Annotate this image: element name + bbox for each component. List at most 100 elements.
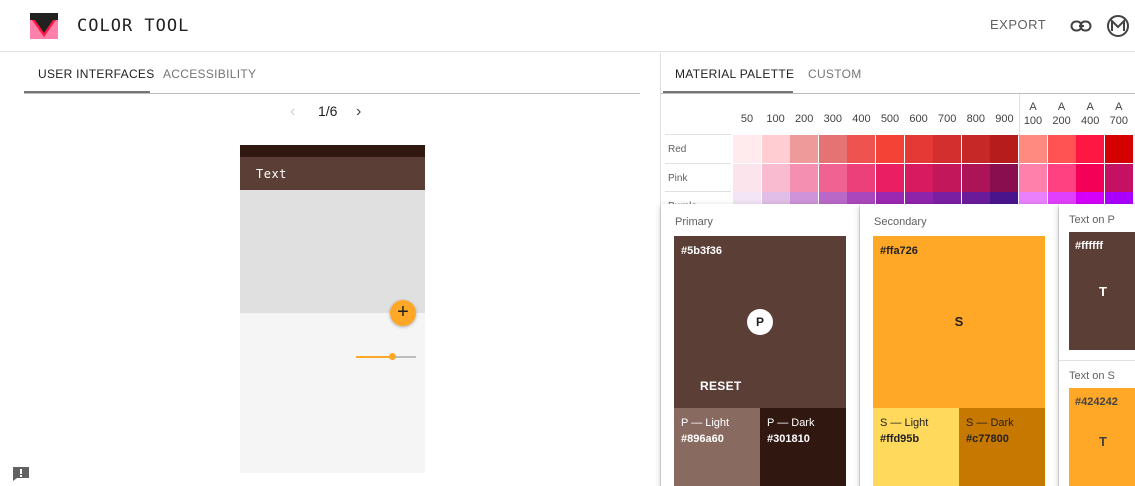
primary-hex: #5b3f36 [681,245,722,257]
palette-row-divider [665,134,731,135]
palette-swatch[interactable] [761,135,790,163]
palette-swatch[interactable] [790,135,819,163]
palette-column-header: 50 [740,113,754,125]
palette-swatch[interactable] [904,192,933,204]
palette-swatch[interactable] [961,135,990,163]
phone-preview: Text + [240,145,425,473]
palette-swatch[interactable] [818,135,847,163]
palette-swatch[interactable] [818,192,847,204]
palette-swatch[interactable] [1047,135,1076,163]
secondary-card-title: Secondary [874,216,927,228]
tab-material-palette[interactable]: MATERIAL PALETTE [675,67,794,81]
palette-column-header: 900 [995,113,1014,125]
palette-accent-column-header: A 100 [1019,100,1047,128]
tab-user-interfaces[interactable]: USER INTERFACES [38,67,155,81]
palette-swatch[interactable] [904,135,933,163]
material-m-icon[interactable] [1106,14,1130,38]
primary-card-title: Primary [675,216,713,228]
phone-status-bar [240,145,425,157]
text-on-s-swatch[interactable]: #424242 T [1069,388,1135,486]
palette-swatch[interactable] [876,135,904,163]
secondary-light-name: S — Light [880,417,929,429]
phone-app-bar-title: Text [256,167,287,181]
palette-swatch[interactable] [1019,135,1047,163]
secondary-swatch[interactable]: #ffa726 S [873,236,1045,408]
text-on-p-title: Text on P [1069,214,1115,226]
palette-swatch[interactable] [1019,163,1047,192]
export-button[interactable]: EXPORT [990,17,1046,32]
palette-swatch[interactable] [847,163,876,192]
palette-swatch[interactable] [1104,163,1133,192]
primary-swatch[interactable]: #5b3f36 P RESET [674,236,846,408]
palette-swatch[interactable] [933,135,962,163]
feedback-icon[interactable] [12,466,30,482]
text-on-p-letter: T [1099,284,1107,299]
palette-row-divider [665,191,731,193]
primary-card: Primary #5b3f36 P RESET P — Light #896a6… [661,204,859,486]
palette-accent-column-header: A 700 [1105,100,1133,128]
accent-value: 400 [1081,115,1100,127]
palette-accent-column-header: A 400 [1076,100,1104,128]
palette-row-label: Pink [668,172,688,184]
phone-app-bar: Text [240,157,425,190]
palette-swatch[interactable] [1104,192,1133,204]
add-fab-button[interactable]: + [390,300,416,326]
palette-column-header: 600 [909,113,928,125]
accent-value: 200 [1052,115,1071,127]
text-on-divider [1059,360,1135,361]
palette-row-divider [665,162,731,164]
palette-swatch[interactable] [990,135,1019,163]
palette-swatch[interactable] [1076,192,1105,204]
palette-swatch[interactable] [761,163,790,192]
accent-prefix: A [1029,101,1037,113]
secondary-hex: #ffa726 [880,245,918,257]
primary-dark-hex: #301810 [767,433,810,445]
palette-swatch[interactable] [1076,163,1105,192]
palette-swatch[interactable] [733,135,761,163]
link-icon[interactable] [1070,16,1092,36]
palette-swatch[interactable] [1019,192,1047,204]
palette-pane: MATERIAL PALETTE CUSTOM 50 100 200 300 400 50… [660,53,1135,486]
palette-swatch[interactable] [933,163,962,192]
ui-preview-pane: USER INTERFACES ACCESSIBILITY ‹ 1/6 › Te… [0,53,660,486]
palette-swatch[interactable] [1076,135,1105,163]
secondary-light-swatch[interactable]: S — Light #ffd95b [873,408,959,486]
chevron-right-icon[interactable]: › [356,103,361,121]
palette-swatch[interactable] [961,163,990,192]
slider-thumb[interactable] [389,353,396,360]
palette-swatch[interactable] [847,192,876,204]
secondary-dark-hex: #c77800 [966,433,1009,445]
primary-dark-swatch[interactable]: P — Dark #301810 [760,408,846,486]
palette-swatch[interactable] [990,163,1019,192]
palette-swatch[interactable] [876,163,904,192]
palette-swatch[interactable] [1047,192,1076,204]
palette-swatch[interactable] [933,192,962,204]
palette-swatch[interactable] [1104,135,1133,163]
palette-swatch[interactable] [790,192,819,204]
palette-swatch[interactable] [847,135,876,163]
chevron-left-icon[interactable]: ‹ [290,103,295,121]
right-tab-bar: MATERIAL PALETTE CUSTOM [661,53,1135,94]
tab-accessibility[interactable]: ACCESSIBILITY [163,67,256,81]
palette-swatch[interactable] [761,192,790,204]
page-indicator: 1/6 [318,103,338,119]
text-on-s-title: Text on S [1069,370,1115,382]
slider-fill [356,356,392,358]
phone-slider[interactable] [356,353,416,360]
primary-light-swatch[interactable]: P — Light #896a60 [674,408,760,486]
palette-swatch[interactable] [790,163,819,192]
reset-button[interactable]: RESET [700,379,742,393]
text-on-p-swatch[interactable]: #ffffff T [1069,232,1135,350]
palette-swatch[interactable] [818,163,847,192]
tab-custom[interactable]: CUSTOM [808,67,862,81]
palette-swatch[interactable] [733,192,761,204]
secondary-dark-swatch[interactable]: S — Dark #c77800 [959,408,1045,486]
palette-swatch[interactable] [904,163,933,192]
palette-swatch[interactable] [1047,163,1076,192]
palette-swatch[interactable] [733,163,761,192]
text-on-s-hex: #424242 [1075,396,1118,408]
palette-swatch[interactable] [876,192,904,204]
text-on-p-hex: #ffffff [1075,240,1104,252]
palette-swatch[interactable] [990,192,1019,204]
palette-swatch[interactable] [961,192,990,204]
